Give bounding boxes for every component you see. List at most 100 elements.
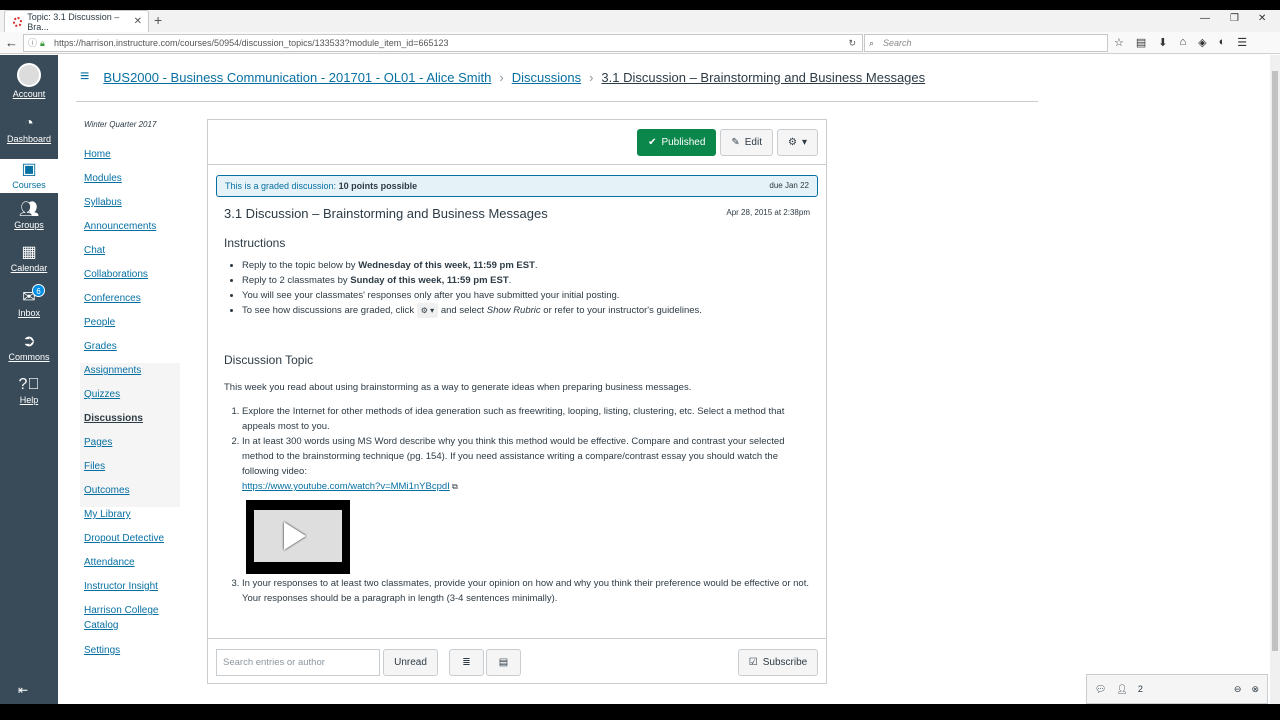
course-nav-grades[interactable]: Grades [84,339,184,363]
header-buttons: ✔ Published ✎ Edit ⚙ ▾ [637,129,818,156]
list-item: Explore the Internet for other methods o… [242,404,814,434]
breadcrumb-course-link[interactable]: BUS2000 - Business Communication - 20170… [103,70,491,85]
reading-list-icon[interactable]: ▤ [1136,36,1146,49]
subscribe-button[interactable]: ☑ Subscribe [738,649,818,676]
groups-icon: 👥︎ [18,201,40,218]
restore-icon[interactable]: ❐ [1230,13,1239,24]
course-nav-my-library[interactable]: My Library [84,507,184,531]
course-nav-quizzes[interactable]: Quizzes [80,387,180,411]
course-nav-collaborations[interactable]: Collaborations [84,267,184,291]
top-strip [0,0,1280,10]
settings-menu-button[interactable]: ⚙ ▾ [777,129,818,156]
global-nav-help[interactable]: ?⃝ Help [0,376,58,405]
list-item: In at least 300 words using MS Word desc… [242,434,814,574]
close-window-icon[interactable]: ✕ [1258,13,1266,24]
course-nav-instructor-insight[interactable]: Instructor Insight [84,579,184,603]
reload-icon[interactable]: ↻ [848,35,856,51]
download-icon[interactable]: ⬇ [1158,36,1167,49]
browser-search-input[interactable]: ⌕ Search [864,34,1108,52]
global-nav-groups[interactable]: 👥︎ Groups [0,201,58,230]
edit-button[interactable]: ✎ Edit [720,129,773,156]
search-entries-placeholder: Search entries or author [223,657,325,668]
global-nav-calendar[interactable]: ▦ Calendar [0,244,58,273]
chat-bubble-icon: 💬︎ [1095,683,1107,694]
video-thumbnail[interactable] [246,500,350,574]
list-item: To see how discussions are graded, click… [242,303,814,318]
instructions-list: Reply to the topic below by Wednesday of… [224,258,814,318]
course-nav-conferences[interactable]: Conferences [84,291,184,315]
chevron-right-icon: › [589,69,594,85]
course-nav-catalog[interactable]: Harrison College Catalog [84,603,184,643]
published-button[interactable]: ✔ Published [637,129,717,156]
global-nav-label: Groups [14,220,44,230]
discussion-toolbar: Search entries or author Unread ≣ ▤ ☑ Su… [207,638,827,684]
posted-date: Apr 28, 2015 at 2:38pm [726,208,810,217]
inbox-icon: ✉ [22,289,36,306]
extension-icon[interactable]: ◐ [1219,36,1226,49]
course-nav-attendance[interactable]: Attendance [84,555,184,579]
breadcrumb-current[interactable]: 3.1 Discussion – Brainstorming and Busin… [601,70,925,85]
canvas-favicon-icon [13,16,23,27]
browser-tab[interactable]: Topic: 3.1 Discussion – Bra... ✕ [4,10,149,32]
caret-down-icon: ▾ [801,137,807,148]
scrollbar[interactable] [1270,55,1280,705]
external-link-icon: ⧉ [449,482,458,491]
gear-inline-icon: ⚙ ▾ [416,303,439,318]
global-nav-label: Account [12,89,46,99]
pocket-icon[interactable]: ◈ [1198,36,1206,49]
course-nav-announcements[interactable]: Announcements [84,219,184,243]
minimize-chat-icon[interactable]: ⊖ [1234,684,1242,695]
global-nav-label: Commons [8,352,50,362]
collapse-nav-icon[interactable]: ⇤ [18,683,28,697]
scrollbar-thumb[interactable] [1272,71,1278,651]
close-tab-icon[interactable]: ✕ [134,16,142,27]
search-icon: ⌕ [869,38,875,48]
chat-widget[interactable]: 💬︎ 👤︎ 2 ⊖ ⊗ [1086,674,1268,704]
global-nav: Account ◔ Dashboard ▣ Courses 👥︎ Groups … [0,55,58,705]
course-nav-home[interactable]: Home [84,147,184,171]
global-nav-courses[interactable]: ▣ Courses [0,159,58,193]
bookmark-star-icon[interactable]: ☆ [1114,36,1124,49]
collapse-replies-button[interactable]: ≣ [449,649,484,676]
menu-icon[interactable]: ☰ [1237,36,1247,49]
new-tab-icon[interactable]: + [154,12,162,28]
close-chat-icon[interactable]: ⊗ [1251,684,1259,695]
global-nav-commons[interactable]: ➲ Commons [0,333,58,362]
search-entries-input[interactable]: Search entries or author [216,649,380,676]
expand-icon: ▤ [498,657,509,668]
course-nav-dropout-detective[interactable]: Dropout Detective [84,531,184,555]
graded-banner: This is a graded discussion: 10 points p… [216,175,818,197]
course-nav-assignments[interactable]: Assignments [80,363,180,387]
home-icon[interactable]: ⌂ [1180,36,1187,49]
course-nav-discussions[interactable]: Discussions [80,411,180,435]
course-nav-syllabus[interactable]: Syllabus [84,195,184,219]
minimize-icon[interactable]: — [1200,13,1210,24]
course-nav-settings[interactable]: Settings [84,643,184,667]
breadcrumb-discussions-link[interactable]: Discussions [512,70,581,85]
pencil-icon: ✎ [731,137,740,148]
breadcrumb: ≡ BUS2000 - Business Communication - 201… [80,68,925,86]
hamburger-menu-icon[interactable]: ≡ [80,68,89,86]
address-field[interactable]: ⓘ 🔒︎ https://harrison.instructure.com/co… [23,34,863,52]
course-nav-outcomes[interactable]: Outcomes [80,483,180,507]
course-nav-chat[interactable]: Chat [84,243,184,267]
people-icon: 👤︎ [1116,683,1128,694]
expand-replies-button[interactable]: ▤ [486,649,521,676]
course-nav-people[interactable]: People [84,315,184,339]
course-nav-files[interactable]: Files [80,459,180,483]
global-nav-account[interactable]: Account [0,63,58,99]
subscribe-label: Subscribe [762,657,808,668]
course-nav-modules[interactable]: Modules [84,171,184,195]
url-bar: ← ⓘ 🔒︎ https://harrison.instructure.com/… [0,32,1280,54]
course-nav-pages[interactable]: Pages [80,435,180,459]
list-item: Reply to the topic below by Wednesday of… [242,258,814,273]
unread-button[interactable]: Unread [383,649,438,676]
global-nav-dashboard[interactable]: ◔ Dashboard [0,115,58,144]
help-icon: ?⃝ [18,376,40,393]
steps-list: Explore the Internet for other methods o… [224,404,814,606]
discussion-intro: This week you read about using brainstor… [224,382,692,393]
global-nav-inbox[interactable]: ✉ 6 Inbox [0,284,58,318]
divider [208,164,826,165]
back-arrow-icon[interactable]: ← [5,35,18,50]
youtube-link[interactable]: https://www.youtube.com/watch?v=MMi1nYBc… [242,481,450,492]
